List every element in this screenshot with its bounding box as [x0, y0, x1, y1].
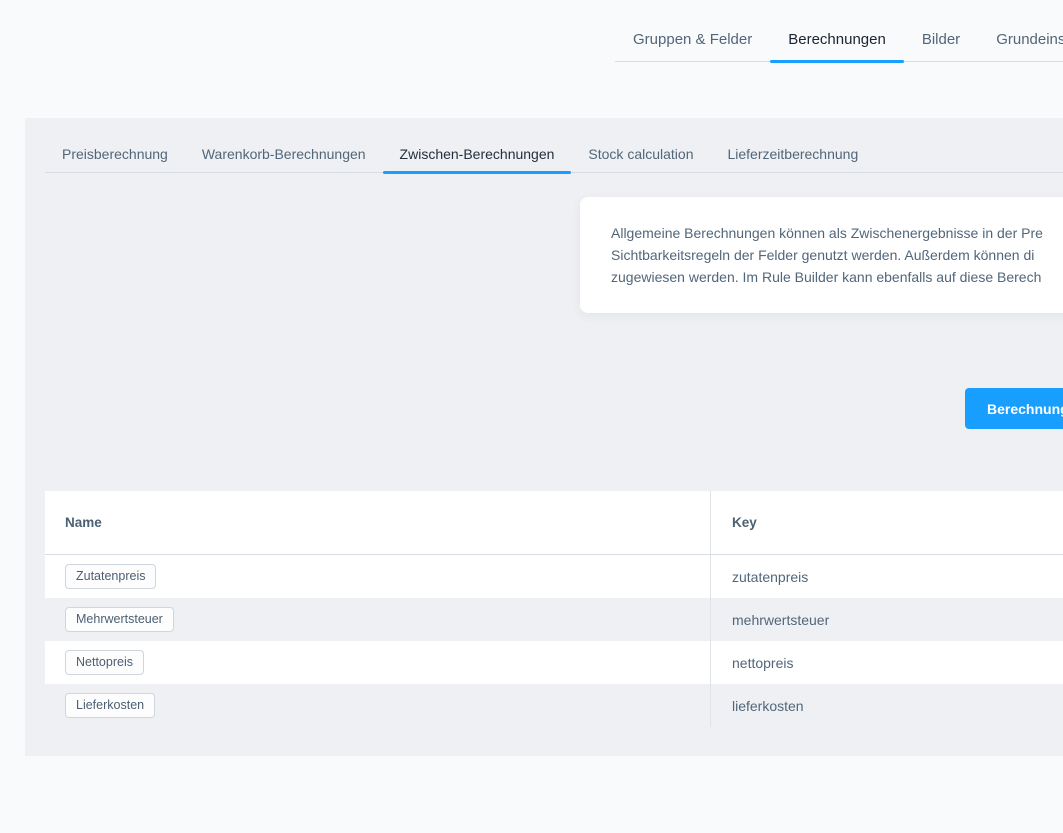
berechnungen-panel: Preisberechnung Warenkorb-Berechnungen Z…: [25, 118, 1063, 756]
name-badge[interactable]: Mehrwertsteuer: [65, 607, 174, 632]
tab-grundeinstellungen[interactable]: Grundeinste: [978, 31, 1063, 61]
table-header-row: Name Key: [45, 491, 1063, 555]
name-cell: Zutatenpreis: [45, 555, 711, 598]
info-card: Allgemeine Berechnungen können als Zwisc…: [580, 197, 1063, 313]
tab-bilder[interactable]: Bilder: [904, 31, 978, 61]
table-row[interactable]: Lieferkosten lieferkosten: [45, 684, 1063, 727]
info-card-line: Sichtbarkeitsregeln der Felder genutzt w…: [611, 244, 1063, 266]
name-badge[interactable]: Zutatenpreis: [65, 564, 156, 589]
table-row[interactable]: Nettopreis nettopreis: [45, 641, 1063, 684]
tab-zwischen-berechnungen[interactable]: Zwischen-Berechnungen: [383, 146, 572, 172]
tab-berechnungen[interactable]: Berechnungen: [770, 31, 904, 61]
table-row[interactable]: Mehrwertsteuer mehrwertsteuer: [45, 598, 1063, 641]
info-card-line: Allgemeine Berechnungen können als Zwisc…: [611, 222, 1063, 244]
calculation-tab-bar: Preisberechnung Warenkorb-Berechnungen Z…: [45, 118, 1063, 173]
info-card-line: zugewiesen werden. Im Rule Builder kann …: [611, 266, 1063, 288]
table-row[interactable]: Zutatenpreis zutatenpreis: [45, 555, 1063, 598]
key-cell: lieferkosten: [711, 684, 1063, 727]
main-tab-bar: Gruppen & Felder Berechnungen Bilder Gru…: [615, 0, 1063, 62]
tab-stock-calculation[interactable]: Stock calculation: [571, 146, 710, 172]
name-cell: Mehrwertsteuer: [45, 598, 711, 641]
tab-warenkorb-berechnungen[interactable]: Warenkorb-Berechnungen: [185, 146, 383, 172]
key-cell: zutatenpreis: [711, 555, 1063, 598]
settings-page: Gruppen & Felder Berechnungen Bilder Gru…: [0, 0, 1063, 833]
column-header-name[interactable]: Name: [45, 491, 711, 554]
name-badge[interactable]: Nettopreis: [65, 650, 144, 675]
tab-gruppen-felder[interactable]: Gruppen & Felder: [615, 31, 770, 61]
calculations-table: Name Key Zutatenpreis zutatenpreis Mehrw…: [45, 491, 1063, 727]
name-badge[interactable]: Lieferkosten: [65, 693, 155, 718]
key-cell: nettopreis: [711, 641, 1063, 684]
tab-preisberechnung[interactable]: Preisberechnung: [45, 146, 185, 172]
column-header-key[interactable]: Key: [711, 491, 1063, 554]
add-berechnung-button[interactable]: Berechnung: [965, 388, 1063, 429]
key-cell: mehrwertsteuer: [711, 598, 1063, 641]
name-cell: Nettopreis: [45, 641, 711, 684]
name-cell: Lieferkosten: [45, 684, 711, 727]
tab-lieferzeitberechnung[interactable]: Lieferzeitberechnung: [710, 146, 875, 172]
